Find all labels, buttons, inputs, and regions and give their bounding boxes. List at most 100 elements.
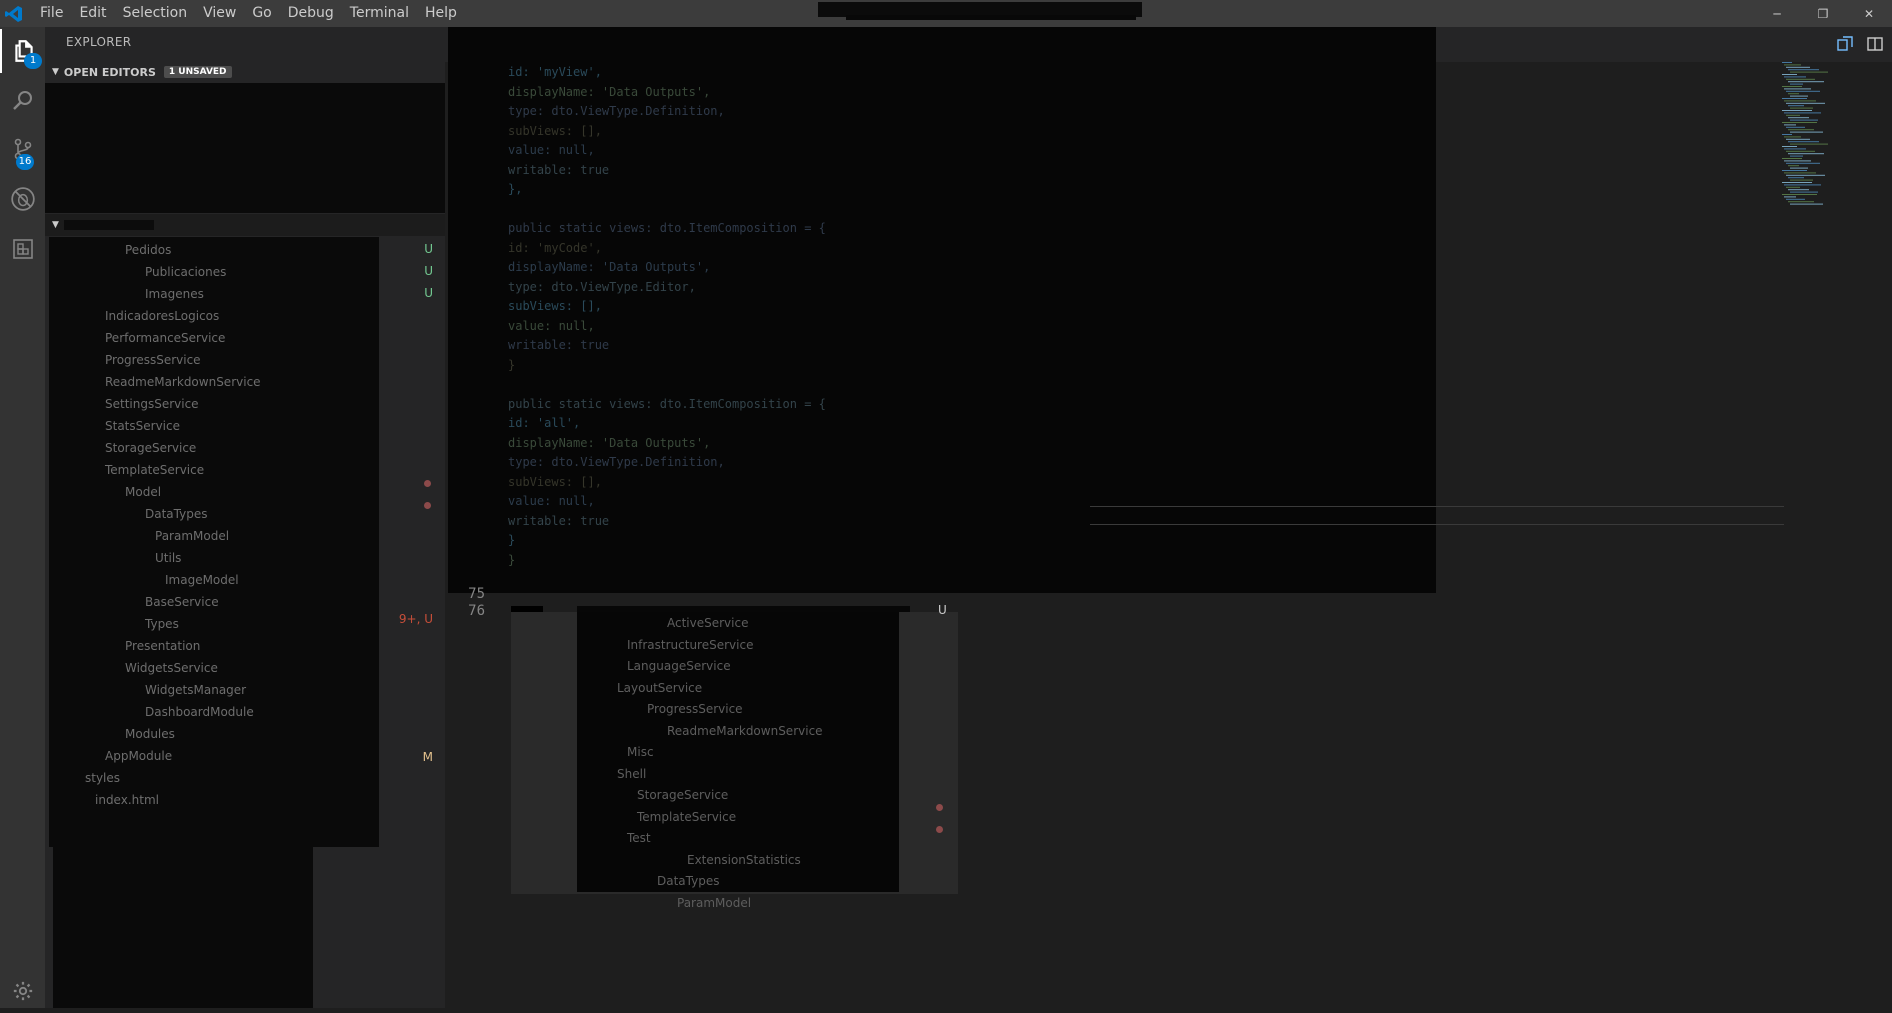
minimap-line: [1784, 124, 1796, 126]
open-editors-header[interactable]: ▼ OPEN EDITORS 1 UNSAVED: [45, 61, 445, 83]
menu-edit[interactable]: Edit: [71, 0, 114, 27]
code-line: displayName: 'Data Outputs',: [508, 260, 711, 274]
tree-item[interactable]: Types: [145, 615, 179, 633]
activity-source-control[interactable]: 16: [0, 127, 45, 171]
tree-item[interactable]: index.html: [95, 791, 159, 809]
menu-go[interactable]: Go: [244, 0, 279, 27]
tree-item[interactable]: Model: [125, 483, 161, 501]
minimap-line: [1782, 146, 1797, 147]
settings-gear-icon: [13, 981, 32, 1001]
source-control-badge: 16: [16, 154, 34, 170]
tree-item[interactable]: Utils: [155, 549, 181, 567]
git-decoration: 9+, U: [398, 612, 433, 626]
tree-item[interactable]: Presentation: [125, 637, 200, 655]
tree-item[interactable]: Publicaciones: [145, 263, 226, 281]
editor-ruler: [1090, 506, 1784, 507]
minimap-line: [1788, 93, 1799, 95]
code-line: public static views: dto.ItemComposition…: [508, 396, 826, 411]
git-decoration: U: [424, 242, 433, 256]
open-changes-button[interactable]: [1836, 35, 1854, 57]
open-editors-list[interactable]: [45, 83, 445, 213]
peek-item[interactable]: Test: [627, 829, 651, 847]
peek-item[interactable]: DataTypes: [657, 872, 719, 890]
activity-extensions[interactable]: [0, 227, 45, 271]
tree-item[interactable]: StatsService: [105, 417, 180, 435]
code-line: type: dto.ViewType.Editor,: [508, 279, 696, 294]
peek-item[interactable]: ParamModel: [677, 894, 751, 912]
peek-item[interactable]: ExtensionStatistics: [687, 851, 801, 869]
minimap-line: [1788, 105, 1804, 107]
tree-item[interactable]: ImageModel: [165, 571, 239, 589]
activity-settings[interactable]: [0, 969, 45, 1013]
tree-item[interactable]: DataTypes: [145, 505, 207, 523]
tree-item[interactable]: Pedidos: [125, 241, 171, 259]
file-tree-lower[interactable]: [53, 845, 313, 1008]
minimap-line: [1788, 117, 1809, 119]
close-button[interactable]: ✕: [1846, 0, 1892, 27]
peek-item[interactable]: Misc: [627, 743, 654, 761]
activity-debug[interactable]: [0, 177, 45, 221]
tree-item[interactable]: PerformanceService: [105, 329, 225, 347]
split-editor-button[interactable]: [1866, 35, 1884, 57]
problem-dot: [424, 480, 431, 487]
menu-view[interactable]: View: [195, 0, 244, 27]
tree-item[interactable]: styles: [85, 769, 120, 787]
tree-item[interactable]: Imagenes: [145, 285, 204, 303]
peek-item[interactable]: LanguageService: [627, 657, 731, 675]
code-editor-overlay[interactable]: id: 'myView', displayName: 'Data Outputs…: [448, 27, 1436, 593]
activity-explorer[interactable]: 1: [0, 29, 45, 73]
minimap-line: [1784, 136, 1801, 138]
minimap-line: [1788, 81, 1824, 83]
minimap-line: [1790, 107, 1813, 109]
tree-item[interactable]: Modules: [125, 725, 175, 743]
minimap-line: [1784, 196, 1796, 198]
tree-item[interactable]: AppModule: [105, 747, 172, 765]
minimap-line: [1790, 191, 1818, 193]
minimap[interactable]: [1780, 62, 1830, 212]
menu-selection[interactable]: Selection: [115, 0, 196, 27]
minimap-line: [1784, 160, 1811, 162]
minimap-line: [1784, 112, 1821, 114]
tree-item[interactable]: ReadmeMarkdownService: [105, 373, 261, 391]
explorer-title: EXPLORER: [66, 35, 132, 49]
code-line: subViews: [],: [508, 123, 602, 138]
minimize-button[interactable]: ─: [1754, 0, 1800, 27]
activity-search[interactable]: [0, 79, 45, 123]
peek-item[interactable]: Shell: [617, 765, 646, 783]
minimap-line: [1784, 76, 1806, 78]
tree-item[interactable]: SettingsService: [105, 395, 199, 413]
editor-ruler: [1090, 524, 1784, 525]
open-changes-icon: [1837, 36, 1853, 51]
window-controls: ─ ❐ ✕: [1754, 0, 1892, 27]
minimap-line: [1788, 129, 1814, 131]
tree-item[interactable]: StorageService: [105, 439, 196, 457]
minimap-line: [1790, 203, 1823, 205]
tree-item[interactable]: ProgressService: [105, 351, 201, 369]
tree-item[interactable]: BaseService: [145, 593, 219, 611]
menu-debug[interactable]: Debug: [280, 0, 342, 27]
minimap-line: [1784, 88, 1811, 90]
restore-button[interactable]: ❐: [1800, 0, 1846, 27]
folder-section-header[interactable]: ▼: [45, 214, 445, 236]
minimap-line: [1786, 102, 1825, 104]
git-decoration: M: [422, 750, 433, 764]
peek-item[interactable]: TemplateService: [637, 808, 736, 826]
menu-terminal[interactable]: Terminal: [342, 0, 417, 27]
menu-help[interactable]: Help: [417, 0, 465, 27]
peek-item[interactable]: ProgressService: [647, 700, 743, 718]
tree-item[interactable]: TemplateService: [105, 461, 204, 479]
explorer-badge: 1: [24, 53, 42, 69]
tree-item[interactable]: WidgetsService: [125, 659, 218, 677]
tree-item[interactable]: ParamModel: [155, 527, 229, 545]
tree-item[interactable]: DashboardModule: [145, 703, 254, 721]
tree-item[interactable]: WidgetsManager: [145, 681, 246, 699]
menu-file[interactable]: File: [32, 0, 71, 27]
peek-item[interactable]: StorageService: [637, 786, 728, 804]
peek-file-tree[interactable]: ActiveService InfrastructureService Langua…: [577, 612, 899, 910]
code-line: displayName: 'Data Outputs',: [508, 435, 711, 450]
peek-item[interactable]: LayoutService: [617, 679, 702, 697]
peek-item[interactable]: InfrastructureService: [627, 636, 753, 654]
tree-item[interactable]: IndicadoresLogicos: [105, 307, 219, 325]
peek-item[interactable]: ActiveService: [667, 614, 748, 632]
peek-item[interactable]: ReadmeMarkdownService: [667, 722, 823, 740]
